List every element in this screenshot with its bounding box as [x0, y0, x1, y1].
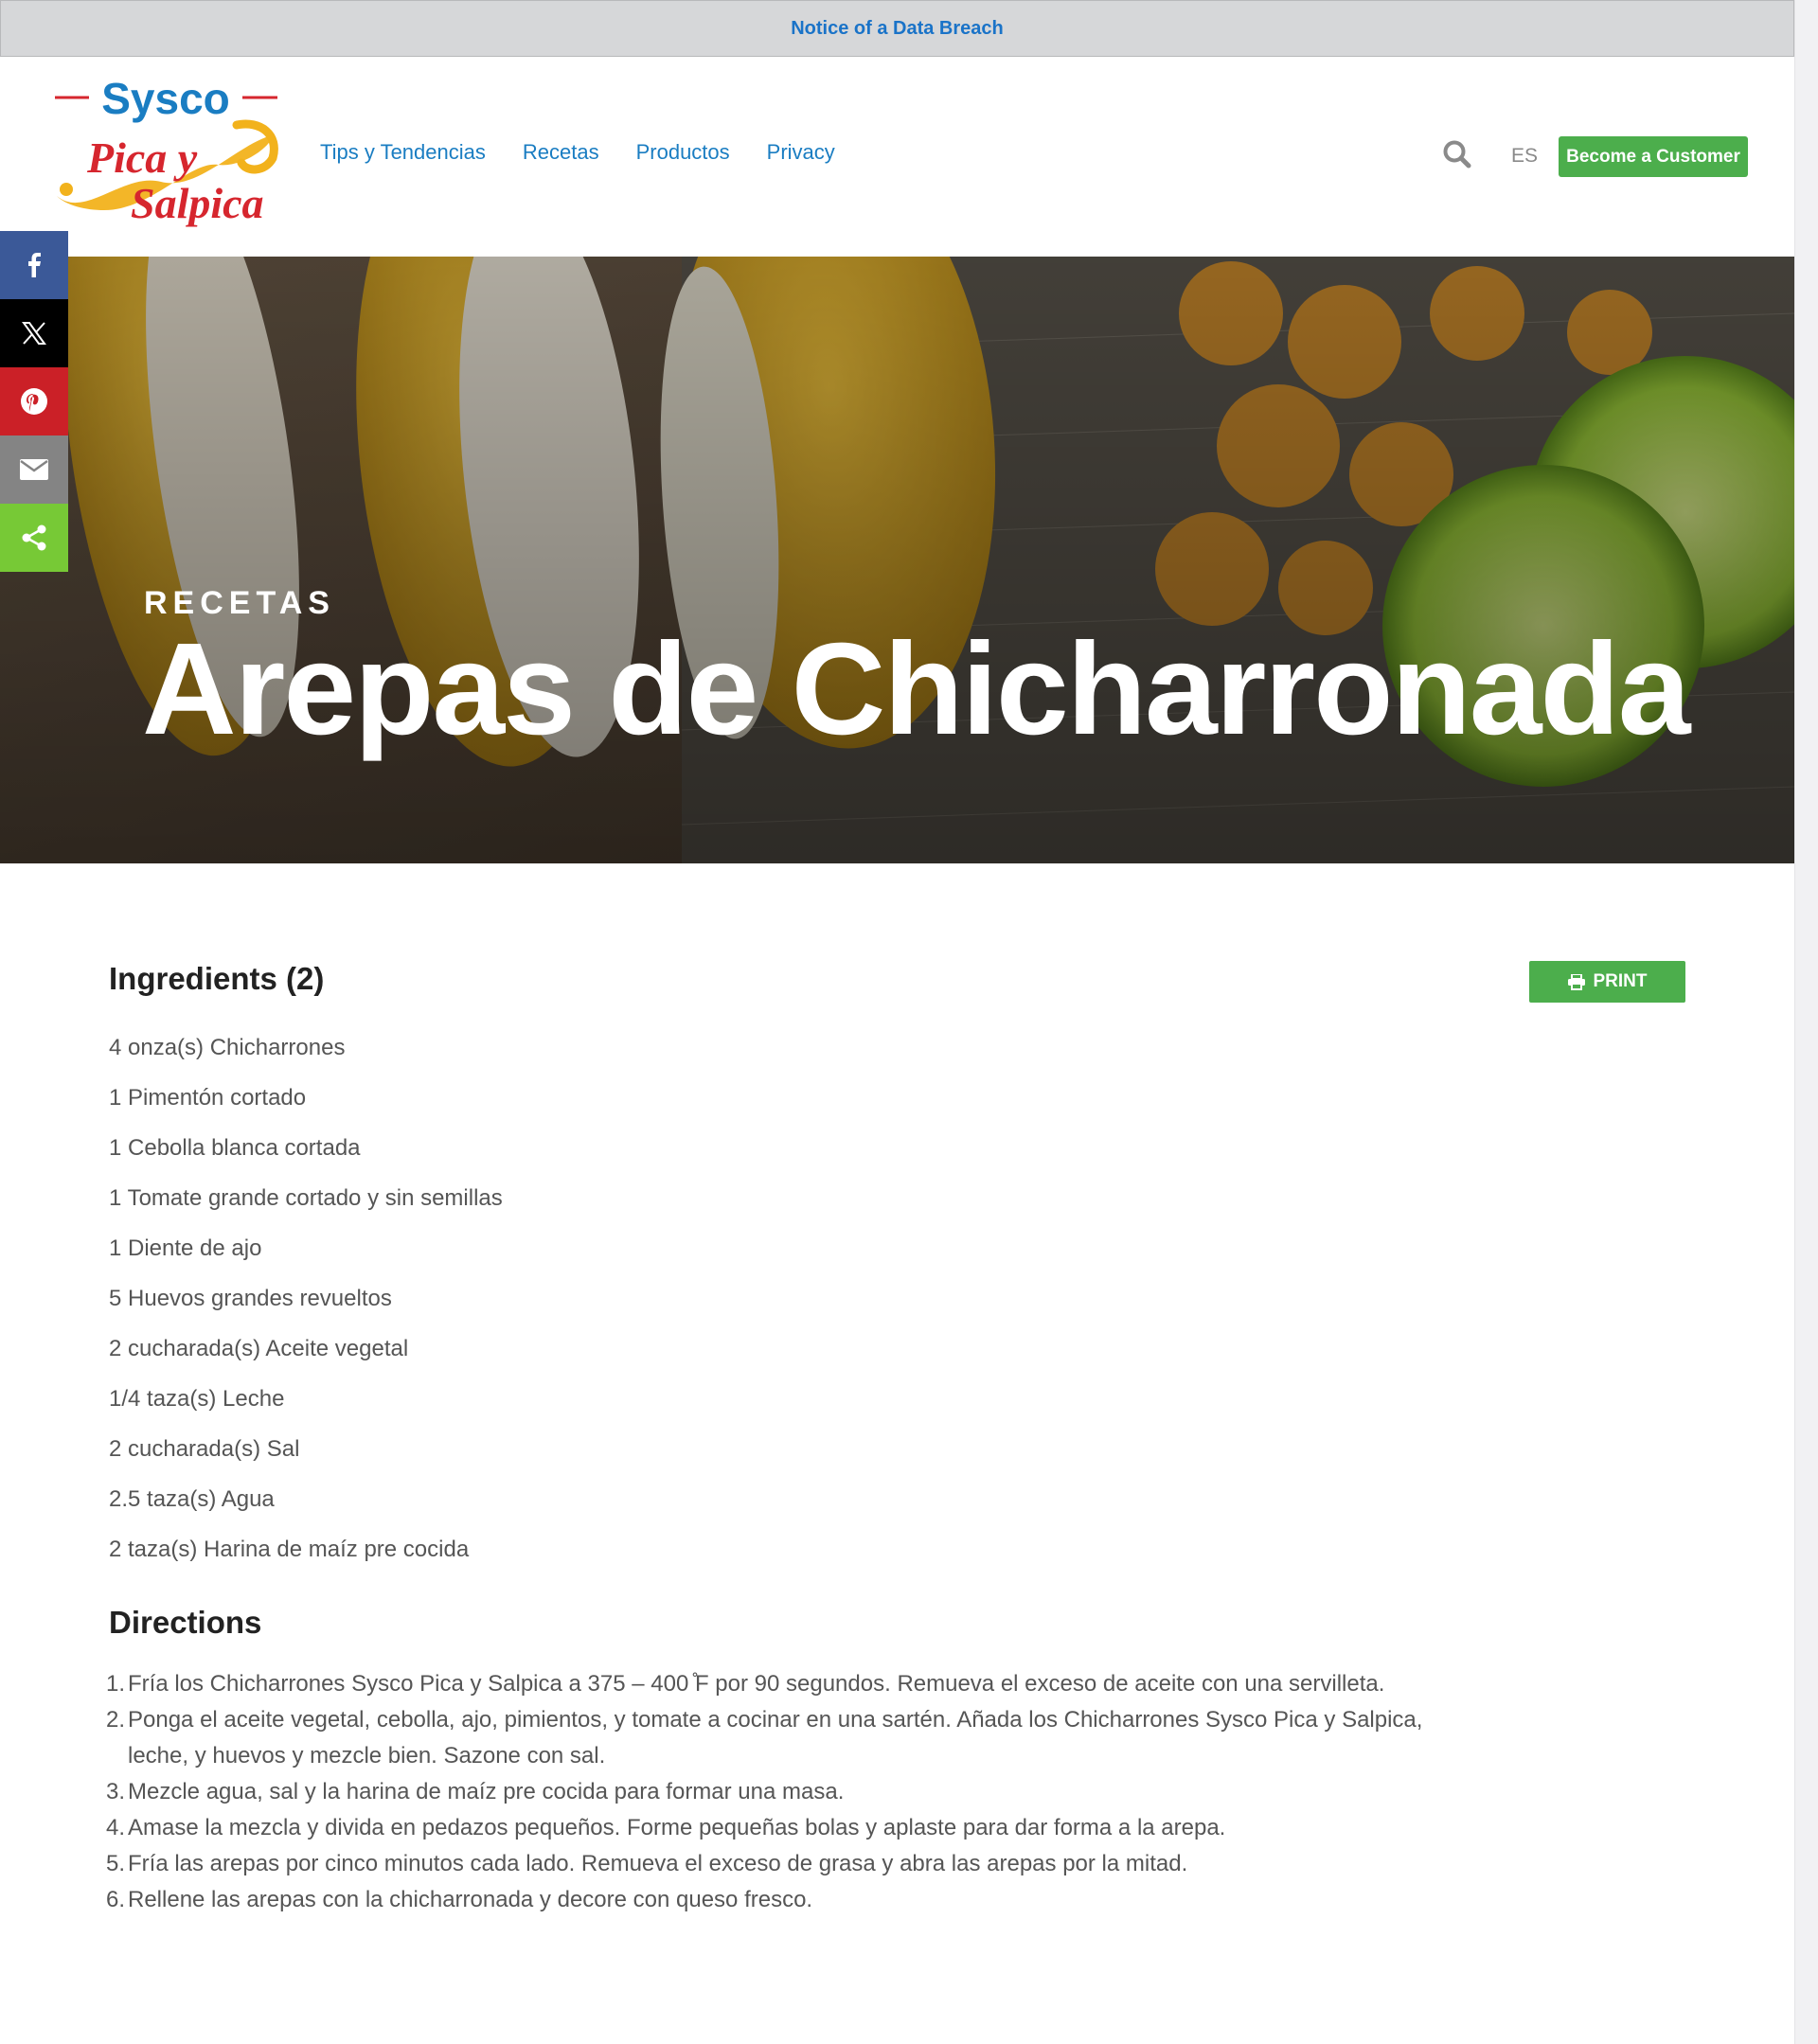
direction-step-text: Mezcle agua, sal y la harina de maíz pre… — [128, 1779, 845, 1804]
direction-step: 4. Amase la mezcla y divida en pedazos pe… — [106, 1810, 1685, 1846]
ingredient-item: 4 onza(s) Chicharrones — [109, 1035, 346, 1060]
direction-step: 1. Fría los Chicharrones Sysco Pica y Sal… — [106, 1666, 1685, 1702]
ingredient-item: 2 cucharada(s) Sal — [109, 1436, 300, 1462]
direction-step-text: Fría los Chicharrones Sysco Pica y Salpi… — [128, 1671, 1385, 1697]
become-a-customer-button[interactable]: Become a Customer — [1559, 136, 1748, 177]
ingredient-item: 5 Huevos grandes revueltos — [109, 1286, 392, 1311]
page: Notice of a Data Breach Sysco Pica y Sal… — [0, 0, 1794, 2044]
ingredient-item: 1 Cebolla blanca cortada — [109, 1135, 361, 1161]
ingredient-item: 2 taza(s) Harina de maíz pre cocida — [109, 1537, 470, 1562]
logo-brand-line2: Salpica — [131, 179, 264, 227]
email-icon[interactable] — [0, 435, 68, 504]
nav-privacy[interactable]: Privacy — [767, 140, 835, 165]
ingredient-item: 1 Tomate grande cortado y sin semillas — [109, 1185, 503, 1211]
ingredient-item: 1/4 taza(s) Leche — [109, 1386, 285, 1412]
search-icon[interactable] — [1441, 138, 1473, 170]
nav-tips-y-tendencias[interactable]: Tips y Tendencias — [320, 140, 486, 165]
recipe-content: Ingredients (2) PRINT 4 onza(s) Chicharr… — [106, 961, 1685, 1918]
page-title: Arepas de Chicharronada — [142, 616, 1691, 762]
nav-productos[interactable]: Productos — [636, 140, 730, 165]
directions-heading: Directions — [109, 1605, 262, 1640]
ingredients-heading: Ingredients (2) — [109, 961, 325, 996]
sysco-pica-y-salpica-logo[interactable]: Sysco Pica y Salpica — [47, 74, 284, 234]
nav-recetas[interactable]: Recetas — [523, 140, 599, 165]
data-breach-notice-link[interactable]: Notice of a Data Breach — [791, 18, 1004, 40]
pinterest-icon[interactable] — [0, 367, 68, 435]
direction-step: 2. Ponga el aceite vegetal, cebolla, ajo,… — [106, 1702, 1685, 1774]
x-icon[interactable] — [0, 299, 68, 367]
direction-step: 6. Rellene las arepas con la chicharronad… — [106, 1882, 1685, 1918]
directions-list: 1. Fría los Chicharrones Sysco Pica y Sal… — [106, 1666, 1685, 1918]
print-button[interactable]: PRINT — [1529, 961, 1685, 1003]
ingredients-list: 4 onza(s) Chicharrones 1 Pimentón cortad… — [109, 1022, 1685, 1574]
print-label: PRINT — [1593, 971, 1648, 991]
site-header: Sysco Pica y Salpica Tips y Tendencias R… — [0, 57, 1794, 257]
facebook-icon[interactable] — [0, 231, 68, 299]
language-switch[interactable]: ES — [1511, 145, 1538, 168]
hero-food-image — [0, 257, 1794, 863]
direction-step: 3. Mezcle agua, sal y la harina de maíz p… — [106, 1774, 1685, 1810]
social-share-bar — [0, 231, 68, 572]
page-scrollbar[interactable] — [1794, 0, 1818, 2044]
ingredient-item: 1 Diente de ajo — [109, 1235, 262, 1261]
printer-icon — [1567, 973, 1585, 990]
ingredient-item: 2 cucharada(s) Aceite vegetal — [109, 1336, 409, 1361]
share-icon[interactable] — [0, 504, 68, 572]
ingredient-item: 2.5 taza(s) Agua — [109, 1486, 275, 1512]
direction-step: 5. Fría las arepas por cinco minutos cada… — [106, 1846, 1685, 1882]
direction-step-text: Fría las arepas por cinco minutos cada l… — [128, 1851, 1188, 1876]
data-breach-notice-bar: Notice of a Data Breach — [0, 0, 1794, 57]
logo-brand-top: Sysco — [101, 78, 230, 123]
hero-banner: RECETAS Arepas de Chicharronada — [0, 257, 1794, 863]
ingredient-item: 1 Pimentón cortado — [109, 1085, 307, 1111]
direction-step-text: Rellene las arepas con la chicharronada … — [128, 1887, 813, 1912]
direction-step-text: Amase la mezcla y divida en pedazos pequ… — [128, 1815, 1226, 1840]
direction-step-text: Ponga el aceite vegetal, cebolla, ajo, p… — [128, 1707, 1423, 1769]
logo-brand-line1: Pica y — [86, 133, 198, 182]
main-nav: Tips y Tendencias Recetas Productos Priv… — [320, 140, 835, 165]
